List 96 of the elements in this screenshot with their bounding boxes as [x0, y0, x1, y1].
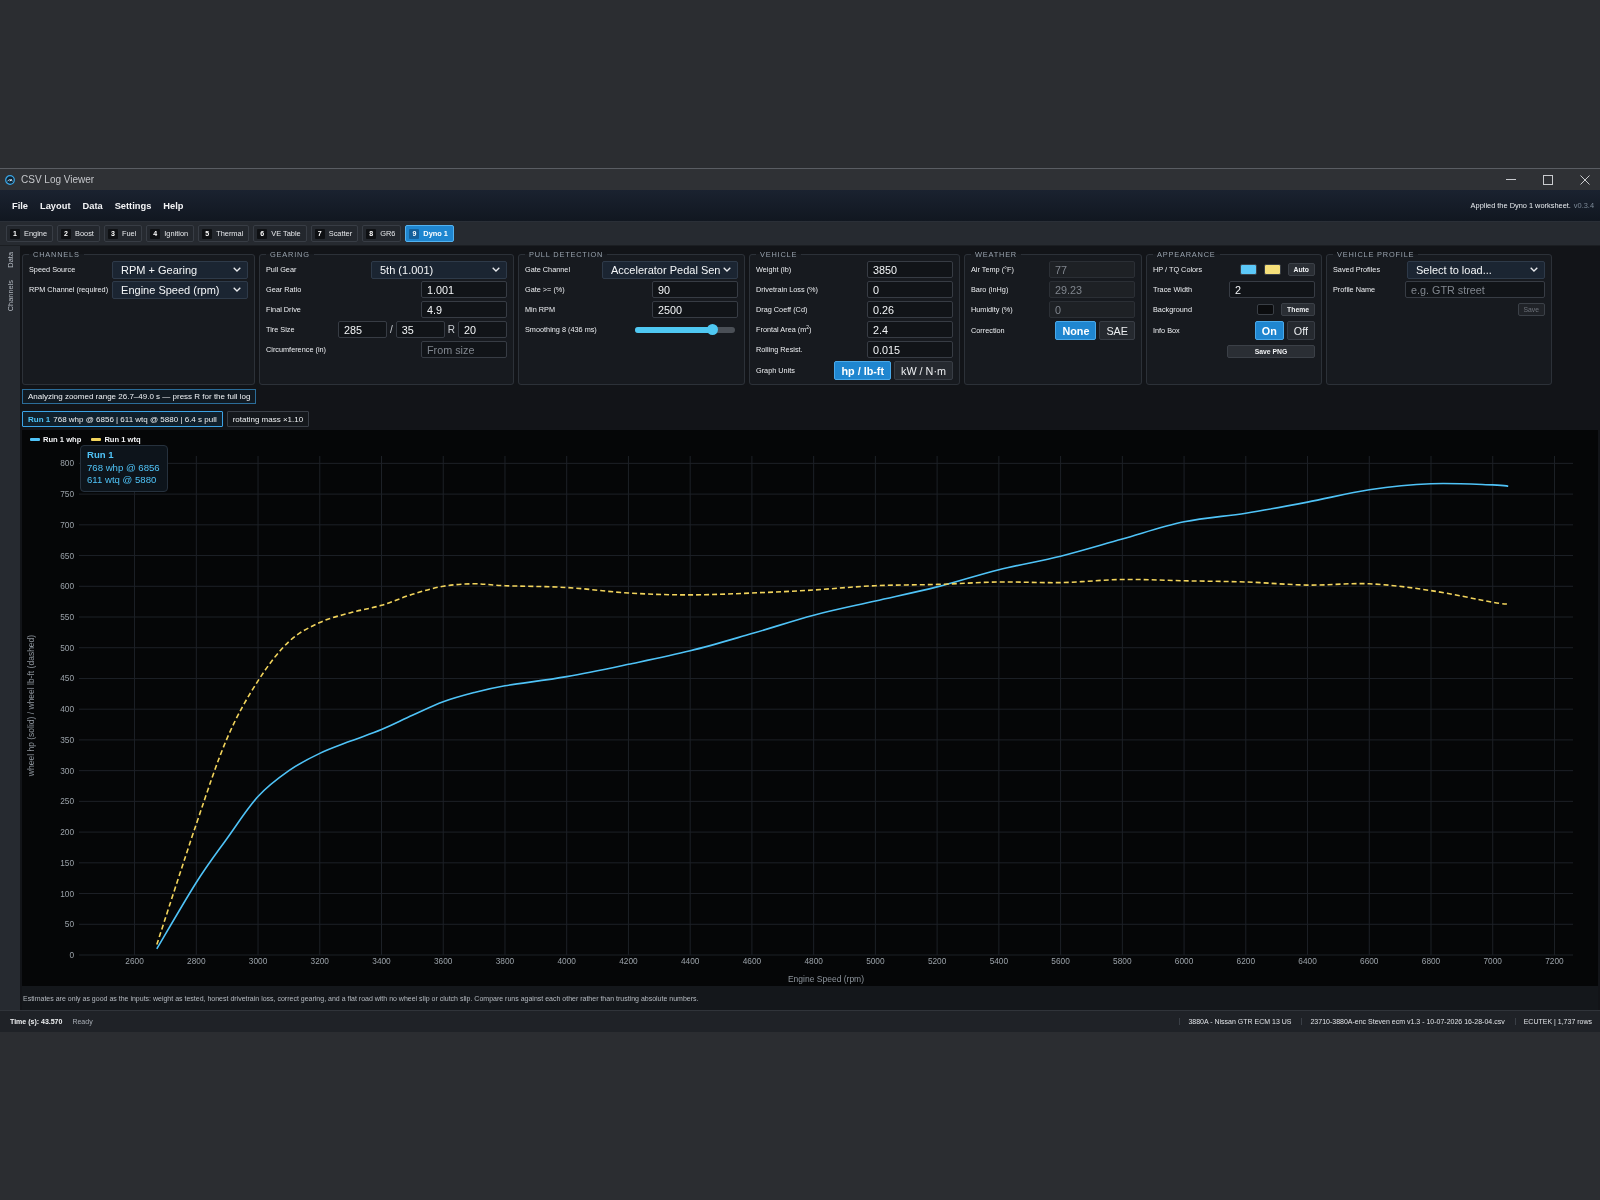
info-title: Run 1 — [87, 449, 115, 462]
menu-item[interactable]: File — [12, 200, 28, 211]
x-tick-label: 4800 — [804, 956, 823, 966]
input-field[interactable]: 285 — [338, 321, 387, 338]
y-tick-label: 150 — [60, 857, 74, 868]
range-notice: Analyzing zoomed range 26.7–49.0 s — press R for the full log — [22, 389, 257, 404]
gauge-icon — [5, 174, 15, 185]
input-field[interactable]: 2500 — [652, 301, 738, 318]
menu-item[interactable]: Help — [163, 200, 184, 211]
x-tick-label: 6600 — [1360, 956, 1379, 966]
y-tick-label: 500 — [60, 642, 74, 653]
window-title: CSV Log Viewer — [21, 174, 95, 185]
rotating-mass-chip[interactable]: rotating mass ×1.10 — [226, 411, 310, 427]
toggle-option[interactable]: SAE — [1099, 321, 1135, 340]
x-axis-title: Engine Speed (rpm) — [787, 974, 865, 984]
chevron-down-icon — [723, 267, 731, 272]
x-tick-label: 4400 — [680, 956, 700, 966]
color-swatch[interactable] — [1239, 264, 1257, 275]
y-axis-title: wheel hp (solid) / wheel lb-ft (dashed) — [26, 634, 36, 777]
x-tick-label: 7200 — [1545, 956, 1564, 966]
x-tick-label: 6000 — [1174, 956, 1194, 966]
x-tick-label: 4600 — [742, 956, 762, 966]
separator-label: / — [390, 324, 393, 335]
dropdown[interactable]: 5th (1.001) — [371, 260, 507, 279]
input-field[interactable]: 20 — [458, 321, 507, 338]
x-tick-label: 4000 — [557, 956, 576, 966]
x-tick-label: 6200 — [1236, 956, 1256, 966]
input-field[interactable]: 2.4 — [867, 321, 953, 338]
x-tick-label: 2800 — [187, 956, 206, 966]
menu-item[interactable]: Data — [82, 200, 103, 211]
input-field[interactable]: 0.26 — [867, 301, 953, 318]
input-field[interactable]: 35 — [395, 321, 445, 338]
dropdown[interactable]: Select to load... — [1407, 260, 1545, 279]
y-tick-label: 750 — [60, 489, 74, 500]
y-tick-label: 0 — [69, 950, 74, 960]
y-tick-label: 200 — [60, 827, 74, 838]
toggle-option[interactable]: kW / N·m — [894, 361, 953, 380]
y-tick-label: 300 — [60, 765, 74, 776]
x-tick-label: 7000 — [1483, 956, 1502, 966]
x-tick-label: 3800 — [495, 956, 515, 966]
x-tick-label: 3000 — [248, 956, 268, 966]
maximize-icon[interactable] — [1543, 174, 1553, 185]
x-tick-label: 3200 — [310, 956, 329, 966]
x-tick-label: 5400 — [989, 956, 1009, 966]
input-field[interactable]: 90 — [652, 281, 738, 298]
y-tick-label: 650 — [60, 550, 74, 561]
y-tick-label: 800 — [60, 458, 74, 469]
y-tick-label: 250 — [60, 796, 74, 807]
dropdown[interactable]: Accelerator Pedal Sen — [602, 260, 738, 279]
menu-item[interactable]: Settings — [114, 200, 152, 211]
input-field[interactable]: 3850 — [867, 261, 953, 278]
input-field[interactable]: 4.9 — [421, 301, 507, 318]
run-chip[interactable]: Run 1 768 whp @ 6856 | 611 wtq @ 5880 | 6.4 s pull — [22, 411, 223, 427]
input-field[interactable]: 0 — [867, 281, 953, 298]
chevron-down-icon — [1530, 267, 1538, 272]
x-tick-label: 5800 — [1113, 956, 1132, 966]
x-tick-label: 3400 — [372, 956, 391, 966]
toggle-option[interactable]: None — [1055, 321, 1097, 340]
input-field[interactable]: 2 — [1229, 281, 1315, 298]
dropdown[interactable]: Engine Speed (rpm) — [112, 280, 249, 299]
chevron-down-icon — [233, 287, 242, 292]
y-tick-label: 50 — [64, 919, 74, 930]
x-tick-label: 2600 — [125, 956, 144, 966]
slider-track[interactable] — [635, 326, 735, 333]
x-tick-label: 6800 — [1421, 956, 1441, 966]
color-swatch[interactable] — [1257, 304, 1275, 315]
y-tick-label: 550 — [60, 612, 74, 622]
input-field[interactable]: e.g. GTR street — [1405, 281, 1545, 298]
chevron-down-icon — [233, 267, 241, 272]
input-field[interactable]: 0.015 — [867, 341, 953, 358]
separator-label: R — [447, 324, 455, 335]
y-tick-label: 450 — [60, 673, 74, 684]
menu-item[interactable]: Layout — [40, 200, 71, 211]
info-line: 611 wtq @ 5880 — [87, 474, 158, 487]
x-tick-label: 5600 — [1051, 956, 1070, 966]
x-tick-label: 5000 — [866, 956, 885, 966]
x-tick-label: 4200 — [619, 956, 638, 966]
x-tick-label: 5200 — [927, 956, 947, 966]
toggle-option[interactable]: On — [1254, 321, 1284, 340]
input-field[interactable]: From size — [421, 341, 507, 358]
x-tick-label: 3600 — [434, 956, 453, 966]
info-line: 768 whp @ 6856 — [87, 461, 160, 474]
x-tick-label: 6400 — [1298, 956, 1317, 966]
input-field[interactable]: 1.001 — [421, 281, 507, 298]
toggle-option[interactable]: hp / lb-ft — [834, 361, 891, 380]
y-tick-label: 100 — [60, 888, 74, 899]
y-tick-label: 700 — [60, 519, 74, 530]
dropdown[interactable]: RPM + Gearing — [112, 260, 248, 279]
close-icon[interactable] — [1580, 174, 1590, 185]
y-tick-label: 600 — [60, 581, 74, 592]
slider-thumb[interactable] — [706, 324, 718, 335]
toggle-option[interactable]: Off — [1286, 321, 1315, 340]
y-tick-label: 350 — [60, 734, 74, 745]
y-tick-label: 400 — [60, 704, 74, 715]
color-swatch[interactable] — [1263, 264, 1281, 275]
chevron-down-icon — [492, 267, 500, 272]
